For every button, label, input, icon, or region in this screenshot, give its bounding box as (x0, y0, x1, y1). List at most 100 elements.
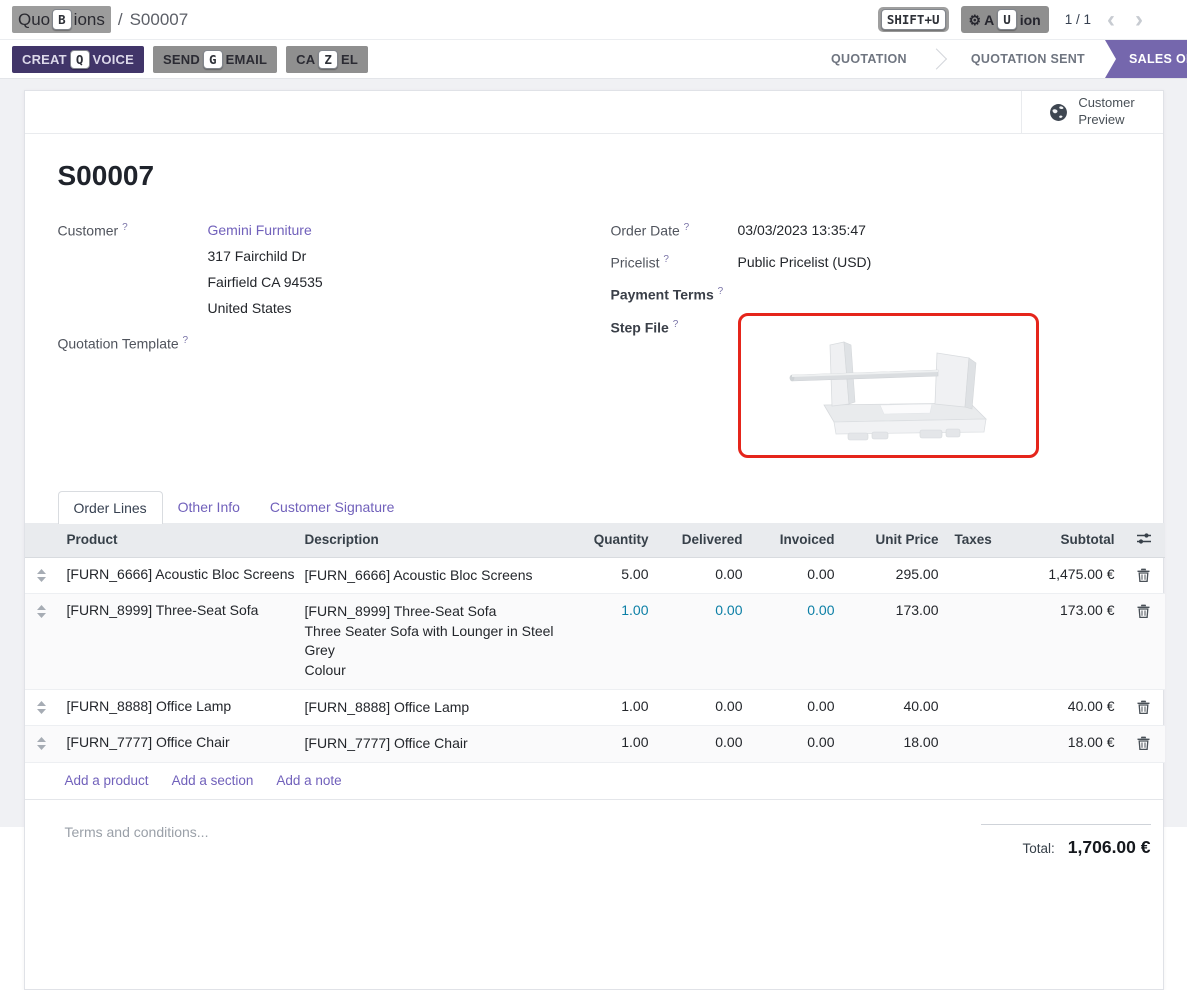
action-menu-button[interactable]: ⚙ A U ion (961, 6, 1049, 33)
help-icon: ? (183, 335, 189, 346)
sheet-topbar: Customer Preview (25, 91, 1163, 134)
add-a-product-link[interactable]: Add a product (65, 773, 149, 788)
col-quantity[interactable]: Quantity (567, 523, 657, 558)
drag-handle-icon (37, 569, 46, 582)
stage-sales-order[interactable]: SALES ORD (1105, 40, 1187, 78)
breadcrumb-text-pre: Quo (18, 10, 50, 30)
trash-icon (1137, 568, 1150, 582)
unit-price-cell[interactable]: 295.00 (843, 557, 947, 594)
quantity-cell[interactable]: 1.00 (567, 689, 657, 726)
pager-next-icon[interactable]: › (1131, 8, 1147, 32)
stage-separator-icon (927, 40, 951, 78)
quantity-cell[interactable]: 1.00 (567, 726, 657, 763)
send-email-button[interactable]: SEND G EMAIL (153, 46, 277, 73)
tab-order-lines[interactable]: Order Lines (58, 491, 163, 524)
customer-link[interactable]: Gemini Furniture (208, 222, 312, 238)
cancel-button[interactable]: CA Z EL (286, 46, 368, 73)
table-header-row: Product Description Quantity Delivered I… (25, 523, 1165, 558)
customer-label: Customer ? (58, 220, 208, 319)
quantity-cell[interactable]: 5.00 (567, 557, 657, 594)
delete-row-button[interactable] (1123, 557, 1165, 594)
product-cell[interactable]: [FURN_8888] Office Lamp (59, 689, 297, 726)
drag-handle-icon (37, 737, 46, 750)
description-cell[interactable]: [FURN_8999] Three-Seat SofaThree Seater … (297, 594, 567, 689)
order-lines-table: Product Description Quantity Delivered I… (25, 523, 1165, 763)
field-order-date: Order Date ? 03/03/2023 13:35:47 (611, 220, 1130, 241)
shortcut-hint-shift-u-frame: SHIFT+U (878, 7, 949, 32)
tab-other-info[interactable]: Other Info (163, 491, 255, 523)
delete-row-button[interactable] (1123, 594, 1165, 689)
breadcrumb-current: S00007 (130, 10, 189, 30)
field-quotation-template: Quotation Template ? (58, 333, 611, 352)
delete-row-button[interactable] (1123, 689, 1165, 726)
create-invoice-label-post: VOICE (93, 52, 134, 67)
row-drag-handle[interactable] (25, 557, 59, 594)
product-cell[interactable]: [FURN_6666] Acoustic Bloc Screens (59, 557, 297, 594)
payment-terms-label: Payment Terms ? (611, 284, 738, 303)
stage-quotation-sent[interactable]: QUOTATION SENT (951, 40, 1105, 78)
stage-quotation[interactable]: QUOTATION (811, 40, 927, 78)
delivered-cell: 0.00 (657, 726, 751, 763)
total-label: Total: (1023, 841, 1055, 856)
table-row[interactable]: [FURN_8888] Office Lamp[FURN_8888] Offic… (25, 689, 1165, 726)
product-cell[interactable]: [FURN_8999] Three-Seat Sofa (59, 594, 297, 689)
help-icon: ? (663, 254, 669, 265)
step-file-label: Step File ? (611, 317, 738, 458)
quantity-cell[interactable]: 1.00 (567, 594, 657, 689)
form-sheet: Customer Preview S00007 Customer ? Gemin… (24, 90, 1164, 990)
taxes-cell[interactable] (947, 557, 1011, 594)
help-icon: ? (673, 319, 679, 330)
add-a-note-link[interactable]: Add a note (276, 773, 341, 788)
customer-preview-button[interactable]: Customer Preview (1021, 91, 1163, 133)
control-panel-top: Quo B ions / S00007 SHIFT+U ⚙ A U ion 1 … (0, 0, 1187, 40)
taxes-cell[interactable] (947, 594, 1011, 689)
invoiced-cell: 0.00 (751, 594, 843, 689)
col-subtotal[interactable]: Subtotal (1011, 523, 1123, 558)
tab-customer-signature[interactable]: Customer Signature (255, 491, 410, 523)
handle-column-header (25, 523, 59, 558)
col-unit-price[interactable]: Unit Price (843, 523, 947, 558)
pager-prev-icon[interactable]: ‹ (1103, 8, 1119, 32)
product-cell[interactable]: [FURN_7777] Office Chair (59, 726, 297, 763)
invoiced-cell: 0.00 (751, 557, 843, 594)
add-a-section-link[interactable]: Add a section (172, 773, 254, 788)
order-date-value[interactable]: 03/03/2023 13:35:47 (738, 220, 866, 241)
description-cell[interactable]: [FURN_8888] Office Lamp (297, 689, 567, 726)
unit-price-cell[interactable]: 18.00 (843, 726, 947, 763)
delete-row-button[interactable] (1123, 726, 1165, 763)
unit-price-cell[interactable]: 173.00 (843, 594, 947, 689)
optional-columns-icon[interactable] (1123, 523, 1165, 558)
terms-and-conditions-input[interactable]: Terms and conditions... (65, 824, 209, 858)
subtotal-cell: 1,475.00 € (1011, 557, 1123, 594)
create-invoice-button[interactable]: CREAT Q VOICE (12, 46, 144, 73)
trash-icon (1137, 700, 1150, 714)
pager-counter: 1 / 1 (1065, 12, 1091, 27)
description-cell[interactable]: [FURN_7777] Office Chair (297, 726, 567, 763)
table-row[interactable]: [FURN_6666] Acoustic Bloc Screens[FURN_6… (25, 557, 1165, 594)
unit-price-cell[interactable]: 40.00 (843, 689, 947, 726)
order-total: Total: 1,706.00 € (981, 824, 1151, 858)
table-row[interactable]: [FURN_8999] Three-Seat Sofa[FURN_8999] T… (25, 594, 1165, 689)
table-row[interactable]: [FURN_7777] Office Chair[FURN_7777] Offi… (25, 726, 1165, 763)
send-email-label-pre: SEND (163, 52, 200, 67)
step-file-preview[interactable] (738, 313, 1039, 458)
shortcut-hint-q: Q (70, 50, 90, 69)
field-customer: Customer ? Gemini Furniture 317 Fairchil… (58, 220, 611, 319)
col-product[interactable]: Product (59, 523, 297, 558)
taxes-cell[interactable] (947, 726, 1011, 763)
row-drag-handle[interactable] (25, 726, 59, 763)
col-invoiced[interactable]: Invoiced (751, 523, 843, 558)
quotation-template-label: Quotation Template ? (58, 333, 208, 352)
taxes-cell[interactable] (947, 689, 1011, 726)
row-drag-handle[interactable] (25, 594, 59, 689)
help-icon: ? (718, 286, 724, 297)
customer-address-line: United States (208, 298, 323, 319)
breadcrumb-quotations-link[interactable]: Quo B ions (12, 6, 111, 33)
col-delivered[interactable]: Delivered (657, 523, 751, 558)
field-step-file: Step File ? (611, 317, 1130, 458)
pricelist-value[interactable]: Public Pricelist (USD) (738, 252, 872, 273)
col-taxes[interactable]: Taxes (947, 523, 1011, 558)
description-cell[interactable]: [FURN_6666] Acoustic Bloc Screens (297, 557, 567, 594)
col-description[interactable]: Description (297, 523, 567, 558)
row-drag-handle[interactable] (25, 689, 59, 726)
